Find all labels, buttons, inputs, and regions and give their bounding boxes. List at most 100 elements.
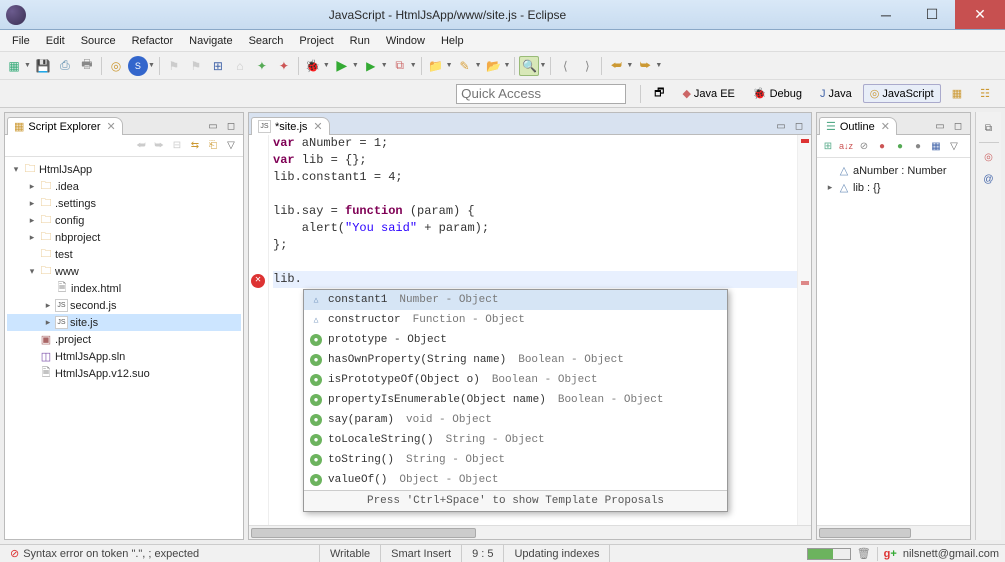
minimize-view-button[interactable]: ▭ [205, 118, 221, 134]
code-editor[interactable]: ✕ var aNumber = 1; var lib = {}; lib.con… [249, 135, 811, 525]
open-perspective-button[interactable]: 🗗 [647, 81, 671, 106]
outline-tool-4[interactable]: ● [892, 138, 908, 154]
nav-button-5[interactable]: ✦ [274, 56, 294, 76]
expand-icon[interactable]: ▸ [27, 232, 37, 243]
menu-search[interactable]: Search [241, 33, 292, 49]
tree-item[interactable]: 🗀test [7, 246, 241, 263]
maximize-outline-button[interactable]: ◻ [950, 118, 966, 134]
trim-icon-1[interactable]: ◎ [981, 149, 997, 165]
tree-item[interactable]: 🗎HtmlJsApp.v12.suo [7, 365, 241, 382]
expand-icon[interactable]: ▸ [43, 317, 53, 328]
tree-item[interactable]: ▸JSsecond.js [7, 297, 241, 314]
close-button[interactable]: ✕ [955, 0, 1005, 29]
run-last-button[interactable]: ⧉ [390, 56, 410, 76]
run-ext-button[interactable]: ▶ [361, 56, 381, 76]
perspective-more-button[interactable]: ▦ [945, 84, 969, 103]
tree-item[interactable]: ▾🗀www [7, 263, 241, 280]
autocomplete-item[interactable]: ●prototype - Object [304, 330, 727, 350]
autocomplete-item[interactable]: ●hasOwnProperty(String name)Boolean - Ob… [304, 350, 727, 370]
debug-button[interactable]: 🐞 [303, 56, 323, 76]
expand-icon[interactable]: ▸ [27, 181, 37, 192]
expand-icon[interactable]: ▾ [11, 164, 21, 175]
autocomplete-item[interactable]: ●isPrototypeOf(Object o)Boolean - Object [304, 370, 727, 390]
outline-tool-6[interactable]: ▦ [928, 138, 944, 154]
prev-button[interactable]: ⟨ [555, 56, 575, 76]
trim-icon-2[interactable]: @ [981, 171, 997, 187]
outline-tool-2[interactable]: ⊘ [856, 138, 872, 154]
expand-icon[interactable]: ▸ [27, 198, 37, 209]
forward-button[interactable]: ⮩ [635, 56, 655, 76]
tree-item[interactable]: 🗎index.html [7, 280, 241, 297]
tree-item[interactable]: ▸🗀config [7, 212, 241, 229]
autocomplete-item[interactable]: ●say(param)void - Object [304, 410, 727, 430]
overview-ruler[interactable] [797, 135, 811, 525]
minimize-outline-button[interactable]: ▭ [932, 118, 948, 134]
expand-icon[interactable]: ▸ [27, 215, 37, 226]
expand-icon[interactable]: ▸ [825, 182, 835, 193]
menu-tool[interactable]: ⎗ [205, 138, 221, 154]
forward-tool[interactable]: ⮩ [151, 138, 167, 154]
perspective-java[interactable]: JJava [813, 85, 859, 103]
menu-file[interactable]: File [4, 33, 38, 49]
maximize-button[interactable]: ☐ [909, 0, 955, 29]
outline-tool-5[interactable]: ● [910, 138, 926, 154]
error-marker-icon[interactable]: ✕ [251, 274, 265, 288]
tree-item[interactable]: ▸🗀nbproject [7, 229, 241, 246]
back-button[interactable]: ⮨ [606, 56, 626, 76]
outline-hscroll[interactable] [817, 525, 970, 539]
tree-item[interactable]: ▣.project [7, 331, 241, 348]
back-tool[interactable]: ⮨ [133, 138, 149, 154]
link-tool[interactable]: ⇆ [187, 138, 203, 154]
tree-item[interactable]: ▸JSsite.js [7, 314, 241, 331]
tree-item[interactable]: ▸🗀.settings [7, 195, 241, 212]
maximize-editor-button[interactable]: ◻ [791, 118, 807, 134]
autocomplete-item[interactable]: △constant1Number - Object [304, 290, 727, 310]
perspective-debug[interactable]: 🐞Debug [746, 84, 809, 103]
minimize-editor-button[interactable]: ▭ [773, 118, 789, 134]
outline-tool-3[interactable]: ● [874, 138, 890, 154]
outline-tool-1[interactable]: ⊞ [820, 138, 836, 154]
menu-project[interactable]: Project [291, 33, 341, 49]
print-button[interactable]: 🖶 [77, 56, 97, 76]
expand-icon[interactable]: ▾ [27, 266, 37, 277]
heap-status-icon[interactable] [807, 548, 851, 560]
autocomplete-item[interactable]: ●valueOf()Object - Object [304, 470, 727, 490]
autocomplete-item[interactable]: ●toString()String - Object [304, 450, 727, 470]
close-icon[interactable]: ✕ [881, 120, 890, 133]
new-folder-button[interactable]: 📁 [426, 56, 446, 76]
open-button[interactable]: 📂 [484, 56, 504, 76]
save-all-button[interactable]: ⎙ [55, 56, 75, 76]
menu-edit[interactable]: Edit [38, 33, 73, 49]
trash-icon[interactable]: 🗑 [857, 547, 871, 560]
perspective-more-button-2[interactable]: ☷ [973, 84, 997, 103]
build-button[interactable]: ◎ [106, 56, 126, 76]
view-menu-button[interactable]: ▽ [946, 138, 962, 154]
autocomplete-item[interactable]: △constructorFunction - Object [304, 310, 727, 330]
outline-item[interactable]: ▸△lib : {} [821, 179, 966, 196]
search-button[interactable]: 🔍 [519, 56, 539, 76]
nav-button-1[interactable]: ⚑ [164, 56, 184, 76]
outline-tab[interactable]: ☰ Outline ✕ [819, 117, 897, 135]
tree-item[interactable]: ▾🗀HtmlJsApp [7, 161, 241, 178]
tree-item[interactable]: ◫HtmlJsApp.sln [7, 348, 241, 365]
script-explorer-tab[interactable]: ▦ Script Explorer ✕ [7, 117, 123, 135]
sort-icon[interactable]: a↓z [838, 138, 854, 154]
quick-access-input[interactable] [456, 84, 626, 104]
expand-icon[interactable]: ▸ [43, 300, 53, 311]
breakpoint-button[interactable]: S [128, 56, 148, 76]
tree-item[interactable]: ▸🗀.idea [7, 178, 241, 195]
nav-button-2[interactable]: ⚑ [186, 56, 206, 76]
menu-run[interactable]: Run [342, 33, 378, 49]
restore-view-button[interactable]: ⧉ [981, 120, 997, 136]
perspective-javaee[interactable]: ◆Java EE [675, 84, 741, 103]
close-icon[interactable]: ✕ [107, 120, 116, 133]
nav-button-3[interactable]: ⌂ [230, 56, 250, 76]
perspective-javascript[interactable]: ◎JavaScript [863, 84, 941, 103]
autocomplete-item[interactable]: ●toLocaleString()String - Object [304, 430, 727, 450]
autocomplete-item[interactable]: ●propertyIsEnumerable(Object name)Boolea… [304, 390, 727, 410]
outline-item[interactable]: △aNumber : Number [821, 162, 966, 179]
new-button[interactable]: ▦ [4, 56, 24, 76]
editor-hscroll[interactable] [249, 525, 811, 539]
status-email[interactable]: nilsnett@gmail.com [903, 548, 999, 560]
menu-refactor[interactable]: Refactor [124, 33, 182, 49]
